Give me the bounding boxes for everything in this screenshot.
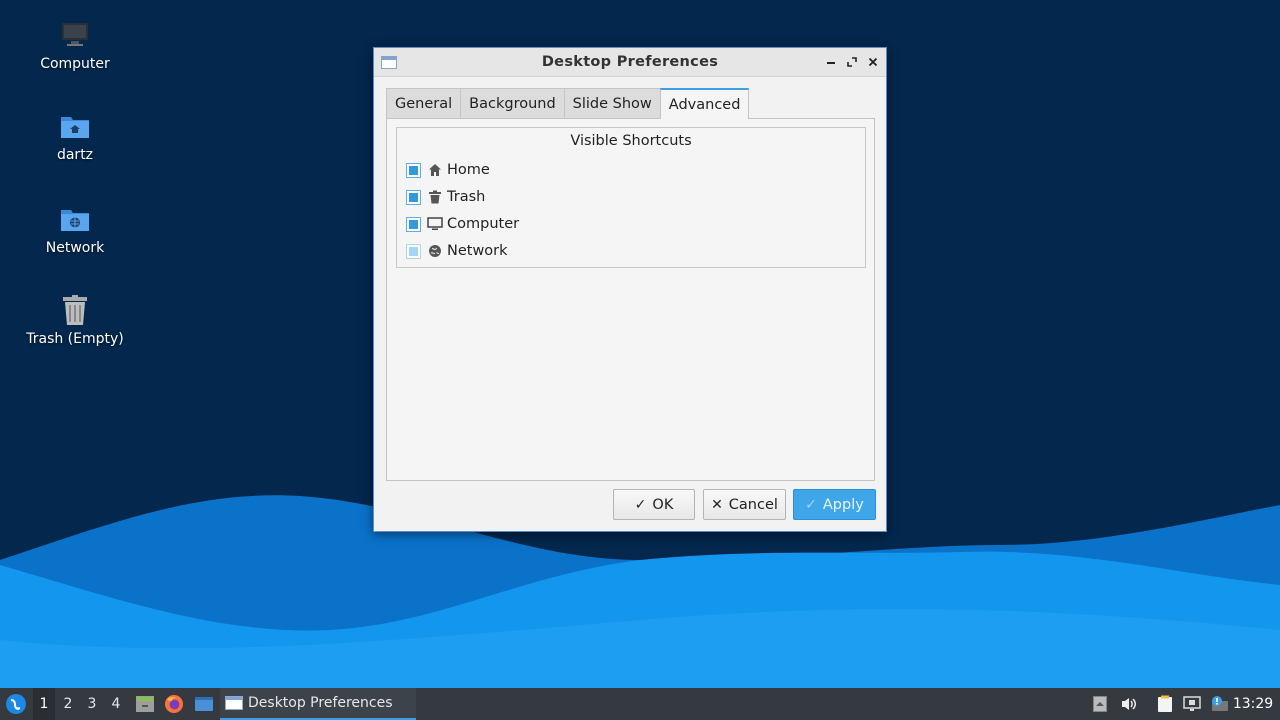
shortcut-label: Network <box>447 243 508 259</box>
clipboard-icon <box>1158 695 1172 712</box>
desktop-icon-label: dartz <box>56 147 94 163</box>
desktop-icon-computer[interactable]: Computer <box>15 18 135 72</box>
close-button[interactable] <box>864 53 882 71</box>
minimize-button[interactable] <box>822 53 840 71</box>
speaker-icon <box>1122 698 1136 710</box>
ok-button[interactable]: ✓ OK <box>613 489 695 520</box>
minimize-icon <box>827 62 835 64</box>
shortcut-option-network[interactable]: Network <box>406 241 508 261</box>
window-icon <box>225 696 243 710</box>
trash-icon <box>427 189 443 205</box>
task-label: Desktop Preferences <box>248 695 393 711</box>
shortcut-option-trash[interactable]: Trash <box>406 187 485 207</box>
desktop-icon-label: Network <box>45 240 105 256</box>
taskbar-window-desktop-preferences[interactable]: Desktop Preferences <box>220 688 416 720</box>
computer-icon <box>58 18 92 52</box>
file-manager-launcher[interactable] <box>133 688 157 720</box>
maximize-icon <box>847 57 857 67</box>
firefox-launcher[interactable] <box>162 688 186 720</box>
desktop-icon-trash[interactable]: Trash (Empty) <box>15 293 135 347</box>
workspace-2[interactable]: 2 <box>57 688 79 720</box>
trash-icon <box>58 293 92 327</box>
desktop-icon-label: Trash (Empty) <box>26 331 124 347</box>
visible-shortcuts-group: Visible Shortcuts Home Trash Computer Ne… <box>396 127 866 268</box>
volume-button[interactable] <box>1118 688 1140 720</box>
window-icon <box>381 56 397 69</box>
network-checkbox[interactable] <box>406 243 421 259</box>
tab-general[interactable]: General <box>386 88 462 118</box>
firefox-icon <box>165 695 183 713</box>
tab-bar: General Background Slide Show Advanced <box>386 88 750 119</box>
arrow-up-icon <box>1093 696 1107 712</box>
check-icon: ✓ <box>634 496 647 513</box>
group-title: Visible Shortcuts <box>570 133 692 149</box>
start-menu-button[interactable] <box>0 688 32 720</box>
x-icon: ✕ <box>711 496 723 513</box>
lubuntu-logo-icon <box>6 694 26 714</box>
taskbar: 1 2 3 4 Desktop Preferences 13:29 <box>0 688 1280 720</box>
tab-advanced[interactable]: Advanced <box>659 88 750 119</box>
ok-label: OK <box>652 496 674 513</box>
workspace-1[interactable]: 1 <box>33 688 55 720</box>
shortcut-label: Trash <box>447 189 486 205</box>
cancel-button[interactable]: ✕ Cancel <box>703 489 786 520</box>
home-checkbox[interactable] <box>406 162 421 178</box>
home-folder-icon <box>58 109 92 143</box>
desktop-preferences-dialog: Desktop Preferences General Background S… <box>373 47 887 532</box>
update-notifier-icon <box>1212 696 1228 711</box>
check-icon: ✓ <box>805 496 817 513</box>
cancel-label: Cancel <box>728 496 778 513</box>
clock[interactable]: 13:29 <box>1232 688 1274 720</box>
network-wired-icon <box>1183 696 1201 711</box>
monitor-icon <box>427 216 443 232</box>
network-status-button[interactable] <box>1181 688 1203 720</box>
close-icon <box>868 57 878 67</box>
shortcut-option-home[interactable]: Home <box>406 160 490 180</box>
tray-expand-button[interactable] <box>1090 688 1110 720</box>
tab-slide-show[interactable]: Slide Show <box>563 88 661 118</box>
desktop-icon-home[interactable]: dartz <box>15 109 135 163</box>
desktop-icon-network[interactable]: Network <box>15 202 135 256</box>
network-folder-icon <box>58 202 92 236</box>
trash-checkbox[interactable] <box>406 189 421 205</box>
globe-icon <box>427 243 443 259</box>
computer-checkbox[interactable] <box>406 216 421 232</box>
shortcut-option-computer[interactable]: Computer <box>406 214 519 234</box>
shortcut-label: Computer <box>447 216 520 232</box>
shortcut-label: Home <box>447 162 490 178</box>
show-desktop-button[interactable] <box>191 688 217 720</box>
apply-button[interactable]: ✓ Apply <box>793 489 876 520</box>
clipboard-button[interactable] <box>1154 688 1176 720</box>
workspace-3[interactable]: 3 <box>81 688 103 720</box>
dialog-title: Desktop Preferences <box>541 54 719 70</box>
advanced-tab-panel: Visible Shortcuts Home Trash Computer Ne… <box>386 118 875 481</box>
desktop-icon-label: Computer <box>40 56 110 72</box>
desktop-icon <box>195 697 213 711</box>
dialog-titlebar[interactable]: Desktop Preferences <box>374 48 886 77</box>
maximize-button[interactable] <box>843 53 861 71</box>
home-icon <box>427 162 443 178</box>
apply-label: Apply <box>822 496 864 513</box>
tab-background[interactable]: Background <box>460 88 565 118</box>
workspace-4[interactable]: 4 <box>105 688 127 720</box>
updates-button[interactable] <box>1207 688 1231 720</box>
file-cabinet-icon <box>136 696 154 712</box>
